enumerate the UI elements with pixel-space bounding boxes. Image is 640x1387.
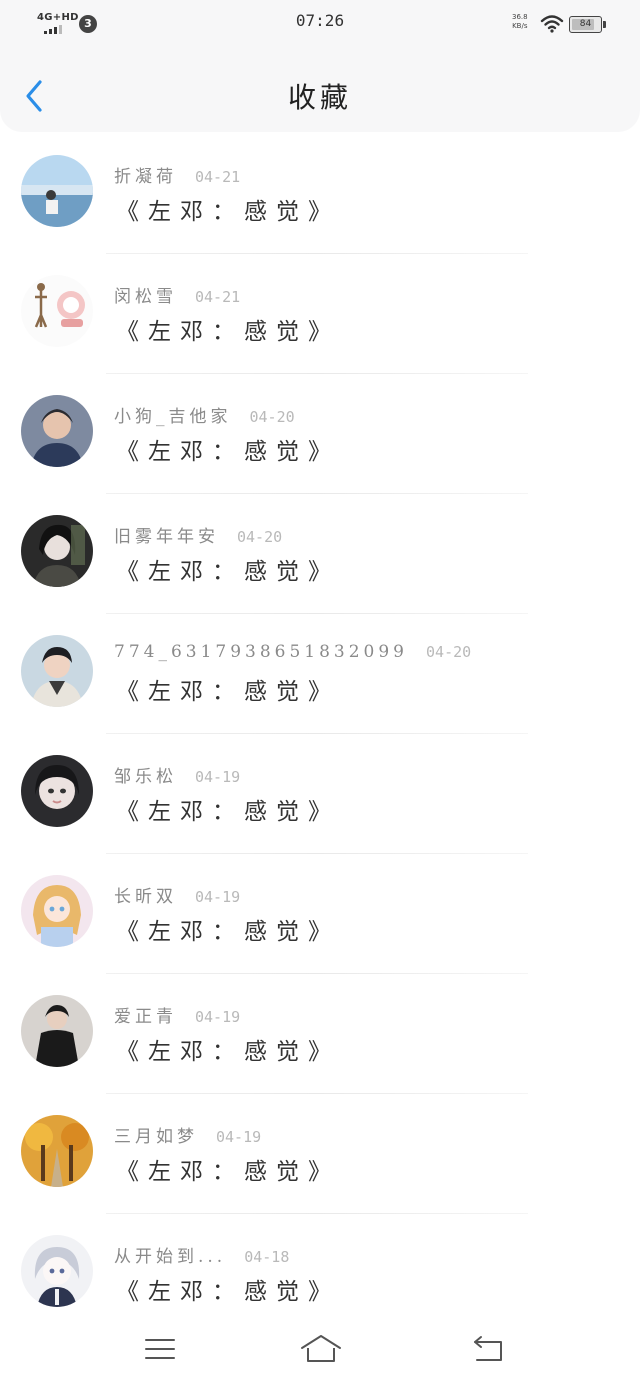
username: 从开始到... bbox=[114, 1247, 227, 1267]
favorite-date: 04-19 bbox=[195, 888, 241, 906]
network-speed: 36.8 KB/s bbox=[512, 13, 528, 31]
favorite-item[interactable]: 闵松雪 04-21 《左邓：感觉》 bbox=[0, 254, 640, 374]
back-arrow-icon bbox=[474, 1336, 502, 1361]
username: 774_6317938651832099 bbox=[114, 642, 409, 662]
favorite-item[interactable]: 小狗_吉他家 04-20 《左邓：感觉》 bbox=[0, 374, 640, 494]
favorite-date: 04-18 bbox=[244, 1248, 290, 1266]
favorite-item[interactable]: 774_6317938651832099 04-20 《左邓：感觉》 bbox=[0, 614, 640, 734]
favorite-item[interactable]: 三月如梦 04-19 《左邓：感觉》 bbox=[0, 1094, 640, 1214]
network-speed-value: 36.8 bbox=[512, 13, 528, 21]
username: 旧雾年年安 bbox=[114, 527, 219, 547]
item-title: 《左邓：感觉》 bbox=[116, 1159, 340, 1185]
avatar[interactable] bbox=[21, 1235, 93, 1307]
item-meta: 长昕双 04-19 bbox=[114, 882, 240, 907]
avatar-image bbox=[21, 875, 93, 947]
avatar-image bbox=[21, 995, 93, 1067]
item-title: 《左邓：感觉》 bbox=[116, 559, 340, 585]
item-meta: 从开始到... 04-18 bbox=[114, 1242, 289, 1267]
item-meta: 旧雾年年安 04-20 bbox=[114, 522, 282, 547]
item-title: 《左邓：感觉》 bbox=[116, 1039, 340, 1065]
home-icon bbox=[301, 1335, 341, 1362]
avatar[interactable] bbox=[21, 635, 93, 707]
username: 闵松雪 bbox=[114, 287, 177, 307]
nav-header: 收藏 bbox=[0, 44, 640, 132]
avatar[interactable] bbox=[21, 995, 93, 1067]
favorite-date: 04-20 bbox=[249, 408, 295, 426]
item-title: 《左邓：感觉》 bbox=[116, 1279, 340, 1305]
item-meta: 三月如梦 04-19 bbox=[114, 1122, 261, 1147]
favorites-list: 折凝荷 04-21 《左邓：感觉》 闵松雪 04-21 《左邓：感觉》 小狗_吉他家 04-2… bbox=[0, 134, 640, 1334]
item-title: 《左邓：感觉》 bbox=[116, 919, 340, 945]
battery-icon: 84 bbox=[569, 16, 606, 33]
avatar-image bbox=[21, 1235, 93, 1307]
favorite-item[interactable]: 折凝荷 04-21 《左邓：感觉》 bbox=[0, 134, 640, 254]
battery-level: 84 bbox=[579, 19, 592, 29]
username: 三月如梦 bbox=[114, 1127, 198, 1147]
avatar-image bbox=[21, 635, 93, 707]
favorite-date: 04-21 bbox=[195, 168, 241, 186]
avatar-image bbox=[21, 275, 93, 347]
username: 小狗_吉他家 bbox=[114, 407, 232, 427]
favorite-item[interactable]: 长昕双 04-19 《左邓：感觉》 bbox=[0, 854, 640, 974]
favorite-date: 04-19 bbox=[195, 1008, 241, 1026]
avatar-image bbox=[21, 1115, 93, 1187]
avatar-image bbox=[21, 515, 93, 587]
item-meta: 闵松雪 04-21 bbox=[114, 282, 240, 307]
avatar[interactable] bbox=[21, 155, 93, 227]
favorite-date: 04-20 bbox=[426, 643, 472, 661]
username: 长昕双 bbox=[114, 887, 177, 907]
status-bar: 4G+HD 3 07:26 36.8 KB/s 84 bbox=[0, 0, 640, 44]
item-title: 《左邓：感觉》 bbox=[116, 679, 340, 705]
avatar[interactable] bbox=[21, 275, 93, 347]
avatar[interactable] bbox=[21, 395, 93, 467]
avatar[interactable] bbox=[21, 1115, 93, 1187]
username: 邹乐松 bbox=[114, 767, 177, 787]
page-title: 收藏 bbox=[287, 81, 352, 114]
username: 爱正青 bbox=[114, 1007, 177, 1027]
system-back-button[interactable] bbox=[468, 1332, 508, 1366]
menu-button[interactable] bbox=[140, 1332, 180, 1366]
favorite-date: 04-19 bbox=[195, 768, 241, 786]
favorite-item[interactable]: 爱正青 04-19 《左邓：感觉》 bbox=[0, 974, 640, 1094]
favorite-item[interactable]: 旧雾年年安 04-20 《左邓：感觉》 bbox=[0, 494, 640, 614]
item-title: 《左邓：感觉》 bbox=[116, 199, 340, 225]
network-speed-unit: KB/s bbox=[512, 22, 528, 30]
item-meta: 邹乐松 04-19 bbox=[114, 762, 240, 787]
item-meta: 小狗_吉他家 04-20 bbox=[114, 402, 295, 427]
avatar-image bbox=[21, 155, 93, 227]
avatar[interactable] bbox=[21, 755, 93, 827]
home-button[interactable] bbox=[299, 1332, 343, 1366]
avatar[interactable] bbox=[21, 515, 93, 587]
username: 折凝荷 bbox=[114, 167, 177, 187]
favorite-date: 04-20 bbox=[237, 528, 283, 546]
avatar[interactable] bbox=[21, 875, 93, 947]
avatar-image bbox=[21, 755, 93, 827]
bottom-nav-bar bbox=[0, 1312, 640, 1387]
avatar-image bbox=[21, 395, 93, 467]
menu-icon bbox=[145, 1339, 175, 1359]
item-meta: 折凝荷 04-21 bbox=[114, 162, 240, 187]
item-title: 《左邓：感觉》 bbox=[116, 439, 340, 465]
item-title: 《左邓：感觉》 bbox=[116, 799, 340, 825]
favorite-item[interactable]: 邹乐松 04-19 《左邓：感觉》 bbox=[0, 734, 640, 854]
favorite-date: 04-19 bbox=[216, 1128, 262, 1146]
item-meta: 爱正青 04-19 bbox=[114, 1002, 240, 1027]
favorite-date: 04-21 bbox=[195, 288, 241, 306]
item-title: 《左邓：感觉》 bbox=[116, 319, 340, 345]
wifi-icon bbox=[540, 15, 564, 33]
item-meta: 774_6317938651832099 04-20 bbox=[114, 642, 471, 662]
